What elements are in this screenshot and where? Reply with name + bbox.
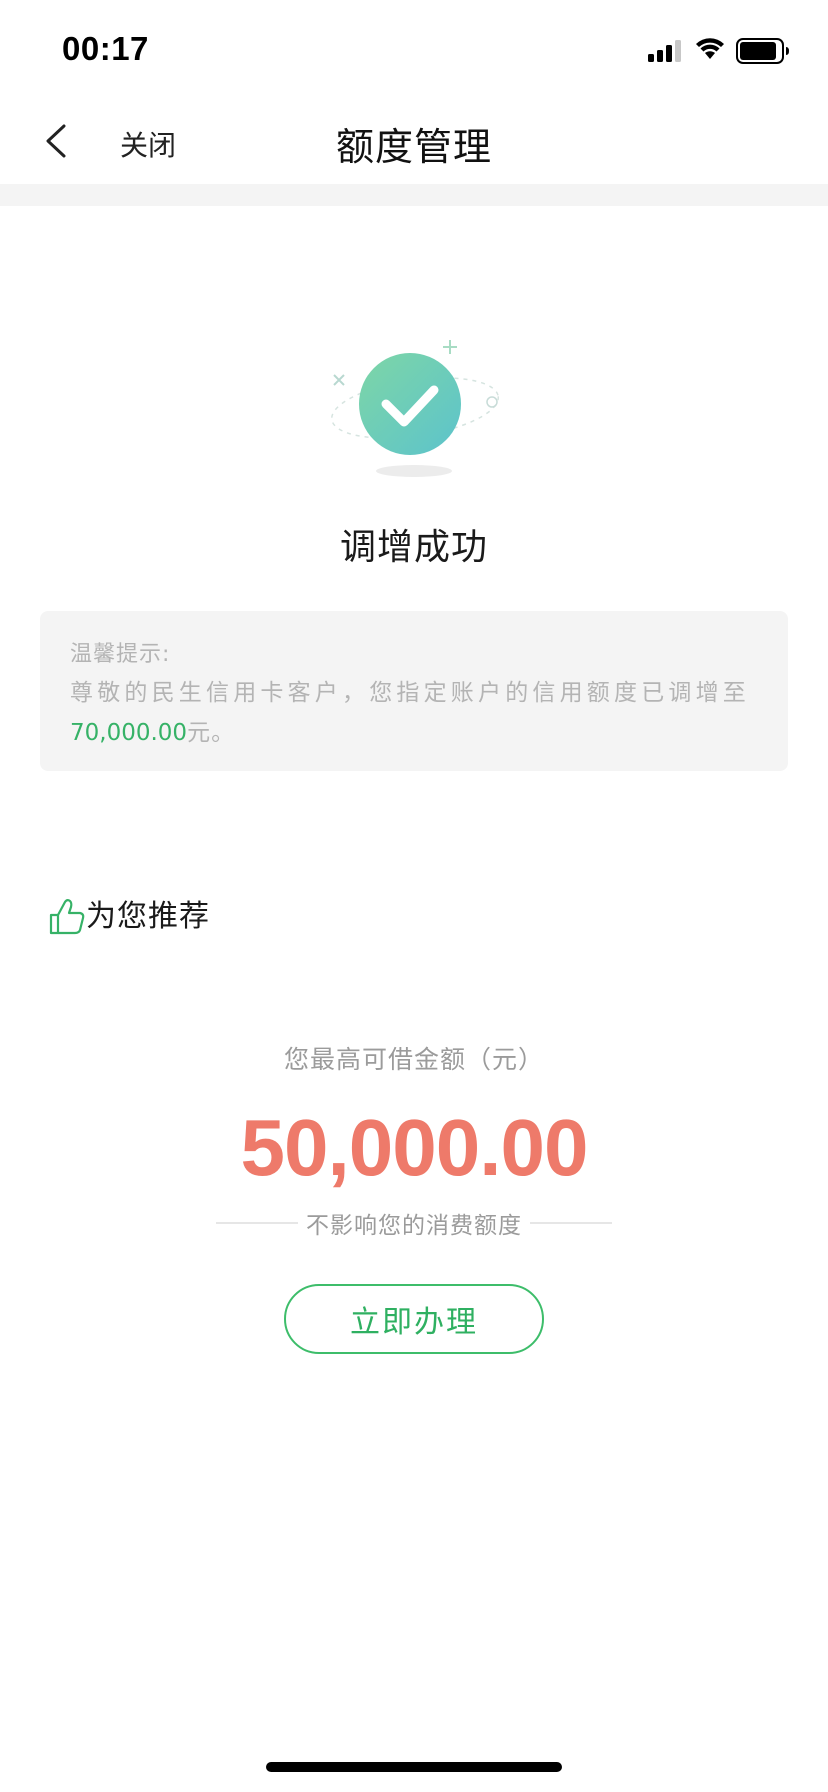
tip-body-text: 尊敬的民生信用卡客户，您指定账户的信用额度已调增至 [70, 680, 750, 706]
screen: 00:17 关闭 额度管理 调增成功 温馨提示: 尊敬的民生信用卡客户，您指定账… [0, 0, 828, 1792]
status-bar: 00:17 [0, 0, 828, 100]
nav-divider [0, 184, 828, 206]
page-title: 额度管理 [335, 125, 492, 169]
tip-box: 温馨提示: 尊敬的民生信用卡客户，您指定账户的信用额度已调增至 70,000.00… [40, 611, 788, 771]
wifi-icon [696, 38, 724, 59]
divider-line [530, 1222, 612, 1224]
tip-amount: 70,000.00 [70, 720, 188, 746]
cellular-signal-icon [648, 40, 681, 62]
recommend-title: 为您推荐 [86, 899, 210, 934]
battery-icon [736, 38, 789, 64]
loan-amount: 50,000.00 [240, 1103, 589, 1192]
thumbs-up-icon [49, 899, 85, 935]
nav-bar: 关闭 额度管理 [0, 100, 828, 184]
tip-heading: 温馨提示: [70, 642, 171, 667]
success-title: 调增成功 [339, 527, 488, 568]
status-time: 00:17 [62, 30, 149, 67]
recommend-header: 为您推荐 [48, 888, 210, 938]
status-icons [648, 34, 798, 66]
apply-now-button[interactable]: 立即办理 [284, 1284, 544, 1354]
loan-note-row: 不影响您的消费额度 [216, 1206, 612, 1240]
home-indicator[interactable] [266, 1762, 562, 1772]
tip-body: 尊敬的民生信用卡客户，您指定账户的信用额度已调增至 70,000.00元。 [70, 673, 760, 753]
tip-body-suffix: 元。 [187, 720, 236, 746]
success-check-icon [330, 340, 500, 477]
loan-label: 您最高可借金额（元） [283, 1045, 544, 1074]
